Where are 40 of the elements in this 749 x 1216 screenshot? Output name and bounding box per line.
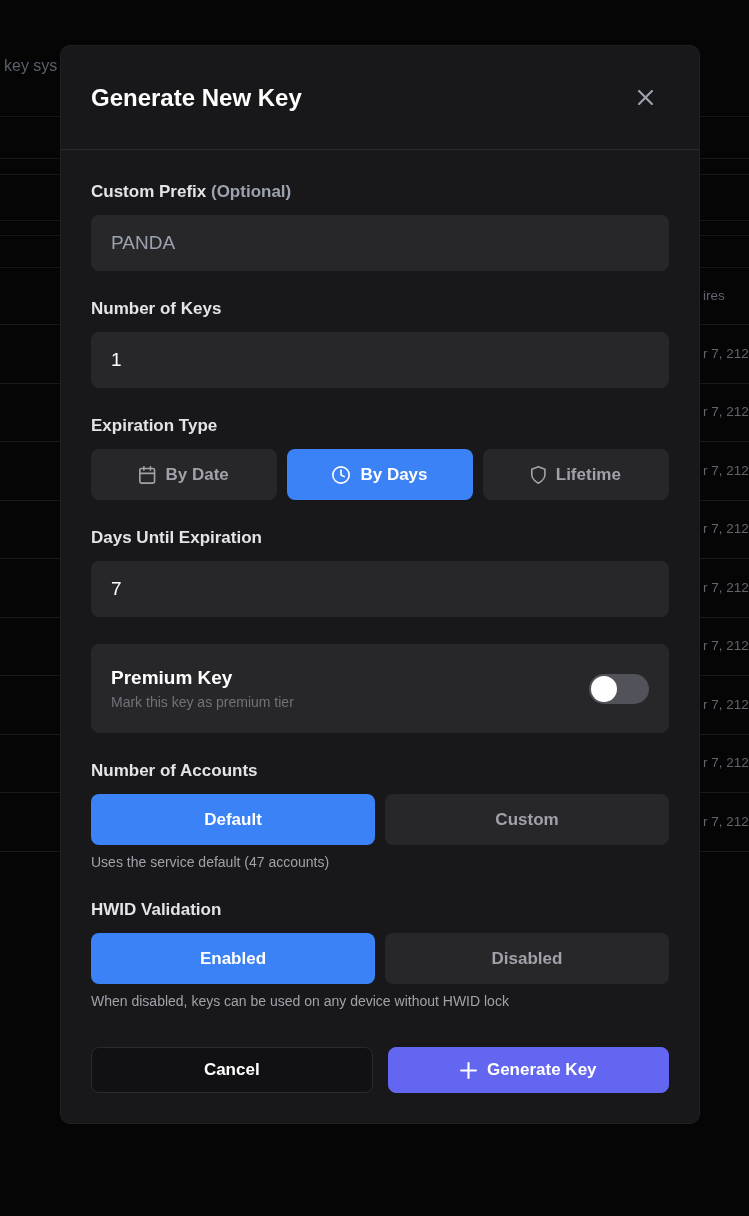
help-text: When disabled, keys can be used on any device without HWID lock: [91, 992, 510, 1011]
table-cell: r 7, 212: [703, 754, 749, 773]
table-cell: r 7, 212: [703, 812, 749, 831]
dialog-title: Generate New Key: [91, 82, 302, 113]
table-cell: r 7, 212: [703, 344, 749, 363]
table-cell: r 7, 212: [703, 461, 749, 480]
option-button[interactable]: By Days: [287, 449, 473, 500]
field-label: Days Until Expiration: [91, 527, 263, 549]
table-cell: r 7, 212: [703, 578, 749, 597]
option-button[interactable]: Lifetime: [483, 449, 669, 500]
table-cell: r 7, 212: [703, 637, 749, 656]
field-label: Number of Accounts: [91, 760, 259, 782]
input-field[interactable]: 1: [91, 332, 669, 388]
clock-icon: [332, 465, 351, 484]
plus-icon: [459, 1061, 477, 1079]
close-icon: [637, 90, 653, 105]
setting-description: Mark this key as premium tier: [111, 692, 294, 712]
generate-button[interactable]: Generate Key: [387, 1047, 669, 1093]
table-cell: r 7, 212: [703, 520, 749, 539]
option-button[interactable]: Disabled: [385, 933, 669, 984]
input-field[interactable]: 7: [91, 561, 669, 617]
page-subtitle: key sys: [4, 57, 58, 74]
field-label: HWID Validation: [91, 899, 223, 921]
field-label: Number of Keys: [91, 298, 223, 320]
option-button[interactable]: By Date: [91, 449, 277, 500]
cancel-button[interactable]: Cancel: [91, 1047, 373, 1093]
table-cell: r 7, 212: [703, 403, 749, 422]
setting-title: Premium Key: [111, 665, 234, 690]
field-label: Custom Prefix (Optional): [91, 181, 293, 203]
option-button[interactable]: Custom: [385, 794, 669, 845]
table-cell: r 7, 212: [703, 695, 749, 714]
calendar-icon: [139, 465, 156, 484]
input-field[interactable]: PANDA: [91, 215, 669, 271]
field-label: Expiration Type: [91, 415, 219, 437]
toggle-switch[interactable]: [589, 673, 649, 704]
option-button[interactable]: Default: [91, 794, 375, 845]
help-text: Uses the service default (47 accounts): [91, 853, 331, 872]
option-button[interactable]: Enabled: [91, 933, 375, 984]
column-header: ires: [703, 287, 725, 305]
shield-icon: [531, 465, 546, 484]
